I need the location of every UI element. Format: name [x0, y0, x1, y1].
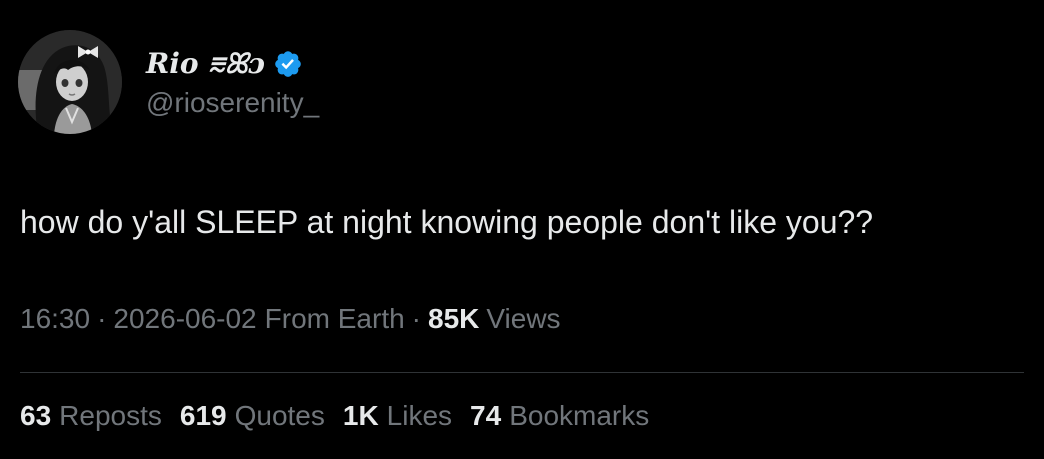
- tweet-text: how do y'all SLEEP at night knowing peop…: [20, 204, 874, 240]
- reposts-label: Reposts: [59, 400, 162, 431]
- anime-girl-avatar-icon: [18, 30, 122, 134]
- quotes-label: Quotes: [234, 400, 325, 431]
- author-name-row: Rio ⩳ꕤɔ: [146, 44, 303, 84]
- verified-badge-icon[interactable]: [273, 49, 303, 79]
- reposts-count: 63: [20, 400, 52, 431]
- likes-count: 1K: [342, 400, 379, 431]
- bookmarks-stat[interactable]: 74 Bookmarks: [470, 400, 649, 432]
- quotes-stat[interactable]: 619 Quotes: [180, 400, 325, 432]
- reposts-stat[interactable]: 63 Reposts: [20, 400, 162, 432]
- views-label: Views: [486, 303, 561, 334]
- quotes-count: 619: [179, 400, 227, 431]
- views-count: 85K: [428, 303, 480, 334]
- meta-separator: ·: [411, 303, 421, 334]
- meta-separator: ·: [97, 303, 107, 334]
- author-handle[interactable]: @rioserenity_: [146, 87, 319, 119]
- tweet-location: From Earth: [264, 303, 405, 334]
- avatar[interactable]: [18, 30, 122, 134]
- likes-label: Likes: [386, 400, 453, 431]
- tweet-date[interactable]: 2026-06-02: [113, 303, 256, 335]
- tweet-time[interactable]: 16:30: [20, 303, 90, 335]
- bookmarks-count: 74: [470, 400, 502, 431]
- divider: [20, 372, 1024, 373]
- engagement-stats: 63 Reposts 619 Quotes 1K Likes 74 Bookma…: [20, 400, 649, 432]
- bookmarks-label: Bookmarks: [509, 400, 650, 431]
- tweet-meta: 16:30 · 2026-06-02 From Earth · 85K View…: [20, 303, 561, 335]
- likes-stat[interactable]: 1K Likes: [343, 400, 452, 432]
- author-display-name[interactable]: Rio ⩳ꕤɔ: [146, 47, 265, 81]
